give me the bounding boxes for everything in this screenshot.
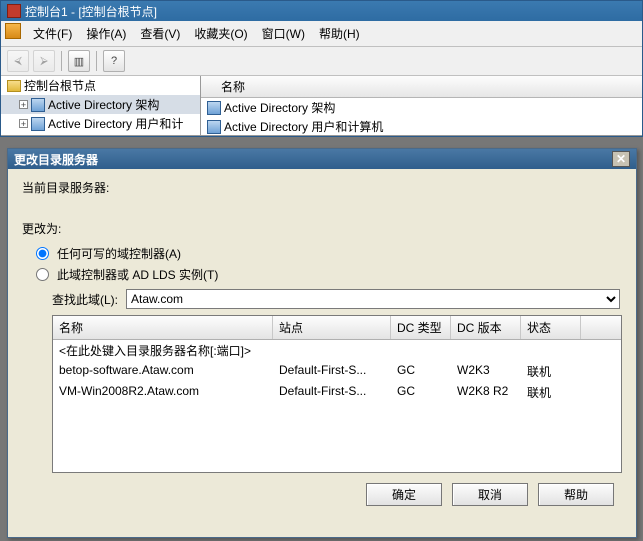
dialog-titlebar: 更改目录服务器 ✕ [8,149,636,169]
help-button[interactable]: 帮助 [538,483,614,506]
dialog-button-row: 确定 取消 帮助 [22,473,622,508]
forward-button[interactable]: ⮚ [33,50,55,72]
cell-dc-type: GC [391,362,451,381]
show-hide-tree-button[interactable]: ▥ [68,50,90,72]
list-header[interactable]: 名称 [201,76,642,98]
grid-body: <在此处键入目录服务器名称[:端口]> betop-software.Ataw.… [53,340,621,403]
cell-site: Default-First-S... [273,383,391,402]
cell-dc-type: GC [391,383,451,402]
close-icon[interactable]: ✕ [612,151,630,167]
radio-any-label: 任何可写的域控制器(A) [57,245,181,262]
find-domain-label: 查找此域(L): [52,291,118,308]
menu-action[interactable]: 操作(A) [80,23,132,44]
expand-icon[interactable]: + [19,100,28,109]
tree-root[interactable]: 控制台根节点 [1,76,200,95]
tree-pane: 控制台根节点 + Active Directory 架构 + Active Di… [1,76,201,135]
menu-view[interactable]: 查看(V) [134,23,186,44]
grid-header: 名称 站点 DC 类型 DC 版本 状态 [53,316,621,340]
ok-button[interactable]: 确定 [366,483,442,506]
tree-root-label: 控制台根节点 [24,77,96,94]
menu-help[interactable]: 帮助(H) [313,23,366,44]
window-titlebar: 控制台1 - [控制台根节点] [1,1,642,21]
col-site[interactable]: 站点 [273,316,391,339]
server-grid: 名称 站点 DC 类型 DC 版本 状态 <在此处键入目录服务器名称[:端口]>… [52,315,622,473]
cell-status: 联机 [521,383,581,402]
cell-dc-version: W2K3 [451,362,521,381]
col-status[interactable]: 状态 [521,316,581,339]
toolbar-separator [96,51,97,71]
tree-item[interactable]: + Active Directory 架构 [1,95,200,114]
window-title: 控制台1 - [控制台根节点] [25,3,157,20]
app-icon [7,4,21,18]
cell-site: Default-First-S... [273,362,391,381]
toolbar-separator [61,51,62,71]
cancel-button[interactable]: 取消 [452,483,528,506]
change-to-label: 更改为: [22,220,622,237]
cell-status: 联机 [521,362,581,381]
radio-any-writable-dc[interactable]: 任何可写的域控制器(A) [22,243,622,264]
menu-window[interactable]: 窗口(W) [256,23,311,44]
tree-item[interactable]: + Active Directory 用户和计 [1,114,200,133]
cell-name: VM-Win2008R2.Ataw.com [53,383,273,402]
ad-icon [207,120,221,134]
main-window: 控制台1 - [控制台根节点] 文件(F) 操作(A) 查看(V) 收藏夹(O)… [0,0,643,137]
col-name[interactable]: 名称 [53,316,273,339]
find-domain-row: 查找此域(L): Ataw.com [22,285,622,315]
ad-icon [31,98,45,112]
toolbar: ⮘ ⮚ ▥ ? [1,47,642,76]
find-domain-select[interactable]: Ataw.com [126,289,620,309]
back-button[interactable]: ⮘ [7,50,29,72]
folder-icon [7,80,21,92]
ad-icon [207,101,221,115]
menu-bar: 文件(F) 操作(A) 查看(V) 收藏夹(O) 窗口(W) 帮助(H) [1,21,642,47]
radio-this-label: 此域控制器或 AD LDS 实例(T) [57,266,218,283]
dialog-title: 更改目录服务器 [14,151,98,168]
table-row[interactable]: VM-Win2008R2.Ataw.com Default-First-S...… [53,382,621,403]
content-area: 控制台根节点 + Active Directory 架构 + Active Di… [1,76,642,136]
tree-item-label: Active Directory 域和信任 [48,134,183,135]
dialog-body: 当前目录服务器: 更改为: 任何可写的域控制器(A) 此域控制器或 AD LDS… [8,169,636,537]
list-pane: 名称 Active Directory 架构 Active Directory … [201,76,642,135]
tree-item[interactable]: + Active Directory 域和信任 [1,133,200,135]
menu-favorites[interactable]: 收藏夹(O) [188,23,253,44]
radio-this-dc[interactable]: 此域控制器或 AD LDS 实例(T) [22,264,622,285]
current-server-label: 当前目录服务器: [22,179,622,196]
radio-any-input[interactable] [36,247,49,260]
col-dc-type[interactable]: DC 类型 [391,316,451,339]
change-directory-server-dialog: 更改目录服务器 ✕ 当前目录服务器: 更改为: 任何可写的域控制器(A) 此域控… [7,148,637,538]
list-item[interactable]: Active Directory 架构 [201,98,642,117]
menu-file[interactable]: 文件(F) [27,23,78,44]
cell-name: betop-software.Ataw.com [53,362,273,381]
tree-item-label: Active Directory 架构 [48,96,159,113]
col-dc-version[interactable]: DC 版本 [451,316,521,339]
radio-this-input[interactable] [36,268,49,281]
cell-name: <在此处键入目录服务器名称[:端口]> [53,341,273,360]
list-item[interactable]: Active Directory 用户和计算机 [201,117,642,135]
cell-dc-version: W2K8 R2 [451,383,521,402]
doc-icon [5,23,21,39]
grid-placeholder-row[interactable]: <在此处键入目录服务器名称[:端口]> [53,340,621,361]
list-item-label: Active Directory 用户和计算机 [224,118,383,135]
expand-icon[interactable]: + [19,119,28,128]
list-item-label: Active Directory 架构 [224,99,335,116]
ad-icon [31,117,45,131]
table-row[interactable]: betop-software.Ataw.com Default-First-S.… [53,361,621,382]
tree-item-label: Active Directory 用户和计 [48,115,183,132]
help-button[interactable]: ? [103,50,125,72]
